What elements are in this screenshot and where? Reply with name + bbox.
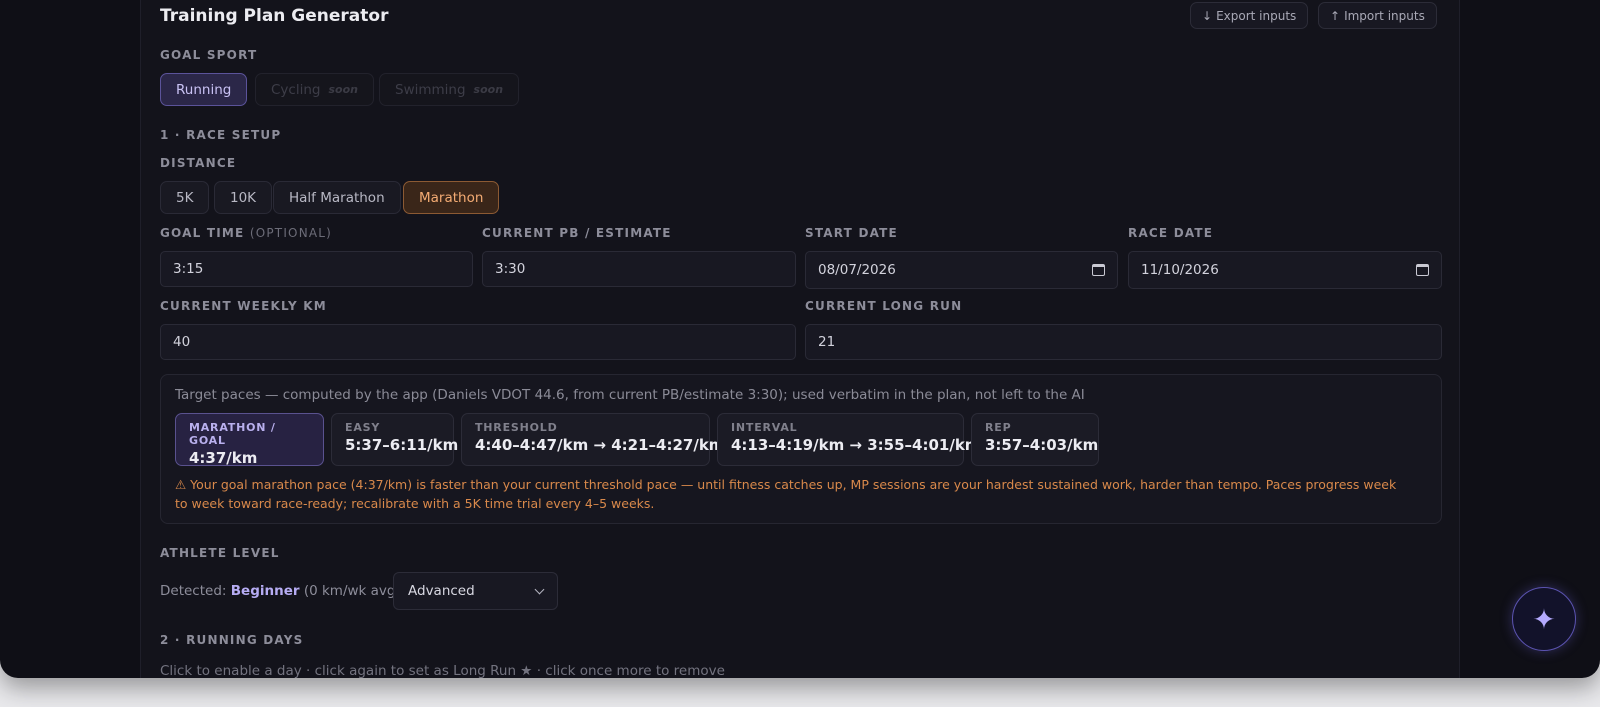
running-days-hint: Click to enable a day · click again to s…	[160, 663, 725, 678]
current-pb-label: CURRENT PB / ESTIMATE	[482, 226, 672, 240]
calendar-icon[interactable]	[1416, 264, 1429, 276]
chevron-down-icon	[534, 584, 545, 595]
weekly-km-input[interactable]: 40	[160, 324, 796, 360]
app-window: Training Plan Generator ↓ Export inputs …	[0, 0, 1600, 678]
distance-10k-chip[interactable]: 10K	[214, 181, 273, 214]
import-inputs-button[interactable]: ↑ Import inputs	[1318, 2, 1437, 29]
page-title: Training Plan Generator	[160, 6, 389, 26]
sport-cycling-chip: Cycling soon	[255, 73, 374, 106]
sport-running-chip[interactable]: Running	[160, 73, 248, 106]
pace-warning: ⚠ Your goal marathon pace (4:37/km) is f…	[175, 477, 1397, 511]
race-date-input[interactable]: 11/10/2026	[1128, 251, 1442, 289]
paces-intro: Target paces — computed by the app (Dani…	[175, 387, 1085, 403]
goal-time-input[interactable]: 3:15	[160, 251, 473, 287]
arrow-down-icon: ↓	[1202, 8, 1213, 23]
race-setup-title: 1 · RACE SETUP	[160, 128, 282, 142]
distance-half-marathon-chip[interactable]: Half Marathon	[273, 181, 401, 214]
goal-time-label: GOAL TIME (OPTIONAL)	[160, 226, 333, 240]
distance-marathon-chip[interactable]: Marathon	[403, 181, 500, 214]
arrow-up-icon: ↑	[1330, 8, 1341, 23]
pace-card-marathon-goal: MARATHON / GOAL 4:37/km	[175, 413, 324, 467]
start-date-input[interactable]: 08/07/2026	[805, 251, 1118, 289]
goal-sport-label: GOAL SPORT	[160, 48, 258, 62]
race-date-label: RACE DATE	[1128, 226, 1214, 240]
pace-card-rep: REP 3:57–4:03/km	[971, 413, 1099, 466]
sport-swimming-chip: Swimming soon	[379, 73, 520, 106]
current-pb-input[interactable]: 3:30	[482, 251, 796, 287]
athlete-level-label: ATHLETE LEVEL	[160, 546, 280, 560]
running-days-title: 2 · RUNNING DAYS	[160, 633, 304, 647]
pace-card-interval: INTERVAL 4:13–4:19/km → 3:55–4:01/km	[717, 413, 980, 466]
athlete-level-select[interactable]: Advanced	[393, 572, 558, 610]
long-run-input[interactable]: 21	[805, 324, 1442, 360]
target-paces-box: Target paces — computed by the app (Dani…	[160, 374, 1442, 524]
start-date-label: START DATE	[805, 226, 898, 240]
export-inputs-button[interactable]: ↓ Export inputs	[1190, 2, 1309, 29]
detected-level: Detected: Beginner (0 km/wk avg)	[160, 583, 401, 599]
pace-card-easy: EASY 5:37–6:11/km	[331, 413, 458, 466]
long-run-label: CURRENT LONG RUN	[805, 299, 963, 313]
weekly-km-label: CURRENT WEEKLY KM	[160, 299, 327, 313]
ai-assistant-button[interactable]: ✦	[1512, 587, 1576, 651]
distance-5k-chip[interactable]: 5K	[160, 181, 210, 214]
plan-generator-panel: Training Plan Generator ↓ Export inputs …	[140, 0, 1460, 678]
pace-card-threshold: THRESHOLD 4:40–4:47/km → 4:21–4:27/km	[461, 413, 724, 466]
sparkle-icon: ✦	[1532, 602, 1556, 636]
calendar-icon[interactable]	[1092, 264, 1105, 276]
distance-label: DISTANCE	[160, 156, 237, 170]
